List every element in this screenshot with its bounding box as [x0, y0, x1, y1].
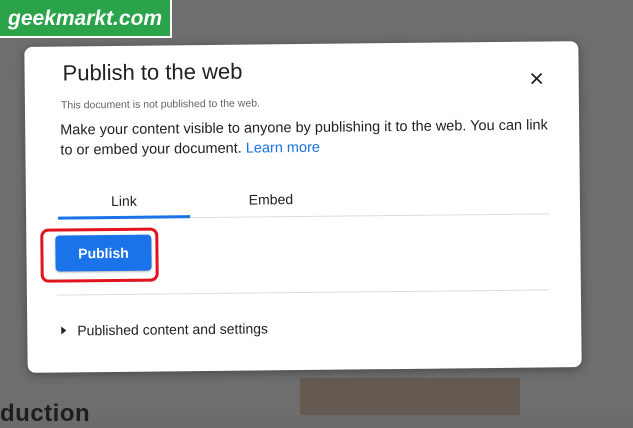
background-image: [300, 378, 520, 415]
watermark-logo: geekmarkt.com: [0, 0, 172, 38]
tab-embed[interactable]: Embed: [196, 188, 346, 218]
dialog-title: Publish to the web: [62, 58, 243, 86]
selected-tab-indicator: [58, 215, 191, 220]
learn-more-link[interactable]: Learn more: [246, 140, 320, 157]
section-divider: [56, 289, 549, 296]
publish-dialog: Publish to the web This document is not …: [24, 41, 582, 373]
close-icon[interactable]: [527, 68, 547, 88]
published-settings-expander[interactable]: Published content and settings: [57, 320, 268, 338]
publish-button[interactable]: Publish: [55, 234, 152, 272]
triangle-right-icon: [57, 323, 71, 337]
dialog-description: Make your content visible to anyone by p…: [60, 115, 560, 160]
settings-label: Published content and settings: [77, 320, 269, 339]
background-heading: duction: [0, 400, 91, 427]
tab-bar: Link Embed: [56, 185, 551, 220]
publish-status: This document is not published to the we…: [60, 97, 261, 112]
tab-link[interactable]: Link: [58, 189, 190, 218]
